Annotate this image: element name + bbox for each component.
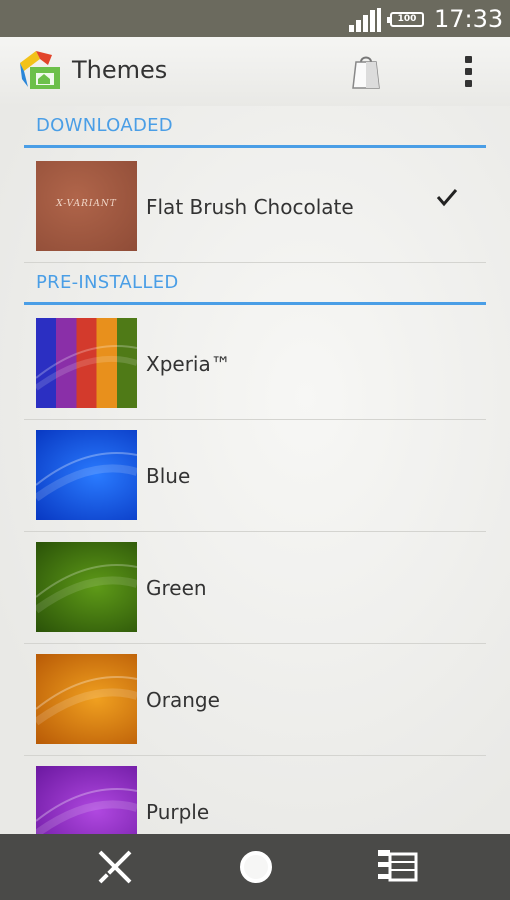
battery-icon: 100: [387, 12, 424, 27]
theme-thumbnail: [36, 654, 137, 744]
home-icon[interactable]: [238, 849, 274, 885]
swoosh-graphic: [36, 676, 137, 726]
signal-icon: [349, 8, 381, 32]
theme-label: Flat Brush Chocolate: [146, 195, 354, 219]
theme-label: Green: [146, 576, 207, 600]
swoosh-graphic: [36, 564, 137, 614]
theme-row-blue[interactable]: Blue: [24, 420, 486, 532]
clock: 17:33: [434, 5, 504, 33]
navigation-bar: [0, 834, 510, 900]
swoosh-graphic: [36, 345, 137, 391]
theme-label: Orange: [146, 688, 220, 712]
theme-thumbnail: [36, 766, 137, 834]
page-title: Themes: [72, 56, 168, 84]
status-bar: 100 17:33: [0, 0, 510, 37]
section-title: PRE-INSTALLED: [36, 272, 179, 293]
theme-thumbnail: X-VARIANT: [36, 161, 137, 251]
overflow-menu-icon[interactable]: [462, 54, 476, 90]
theme-row-green[interactable]: Green: [24, 532, 486, 644]
theme-row-orange[interactable]: Orange: [24, 644, 486, 756]
theme-row-purple[interactable]: Purple: [24, 756, 486, 834]
theme-thumbnail: [36, 542, 137, 632]
theme-label: Purple: [146, 800, 210, 824]
theme-row-xperia[interactable]: Xperia™: [24, 308, 486, 420]
section-header-downloaded: DOWNLOADED: [24, 106, 486, 148]
action-bar: Themes: [0, 37, 510, 107]
check-icon: [436, 189, 458, 207]
theme-thumbnail: [36, 430, 137, 520]
back-icon[interactable]: [96, 848, 134, 886]
swoosh-graphic: [36, 788, 137, 834]
section-title: DOWNLOADED: [36, 115, 173, 136]
theme-list[interactable]: DOWNLOADED X-VARIANT Flat Brush Chocolat…: [0, 106, 510, 834]
thumbnail-watermark: X-VARIANT: [56, 199, 117, 209]
battery-level: 100: [397, 14, 417, 24]
swoosh-graphic: [36, 452, 137, 502]
section-header-preinstalled: PRE-INSTALLED: [24, 263, 486, 305]
store-bag-icon[interactable]: [352, 54, 380, 90]
app-icon[interactable]: [18, 49, 62, 91]
recent-apps-icon[interactable]: [376, 848, 418, 886]
theme-label: Blue: [146, 464, 191, 488]
theme-thumbnail: [36, 318, 137, 408]
theme-label: Xperia™: [146, 352, 231, 376]
theme-row-flat-brush-chocolate[interactable]: X-VARIANT Flat Brush Chocolate: [24, 151, 486, 263]
